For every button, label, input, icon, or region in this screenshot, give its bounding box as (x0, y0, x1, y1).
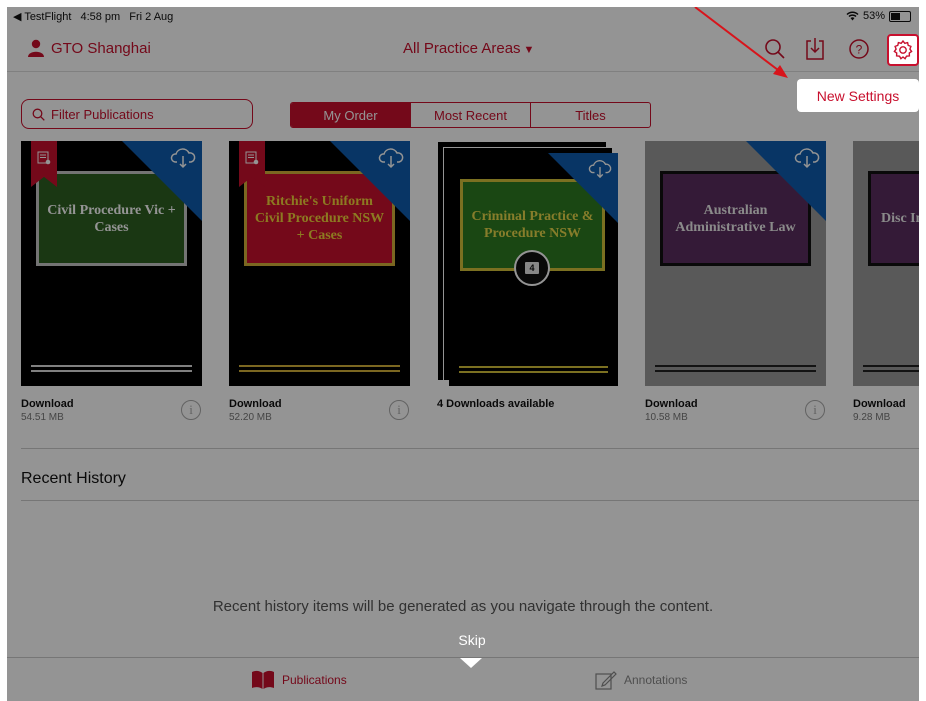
annotation-arrow-icon (694, 7, 788, 78)
app-frame: ◀ TestFlight 4:58 pm Fri 2 Aug 53% GTO S… (7, 7, 919, 701)
chevron-down-icon[interactable] (460, 658, 482, 668)
skip-button[interactable]: Skip (447, 632, 497, 648)
